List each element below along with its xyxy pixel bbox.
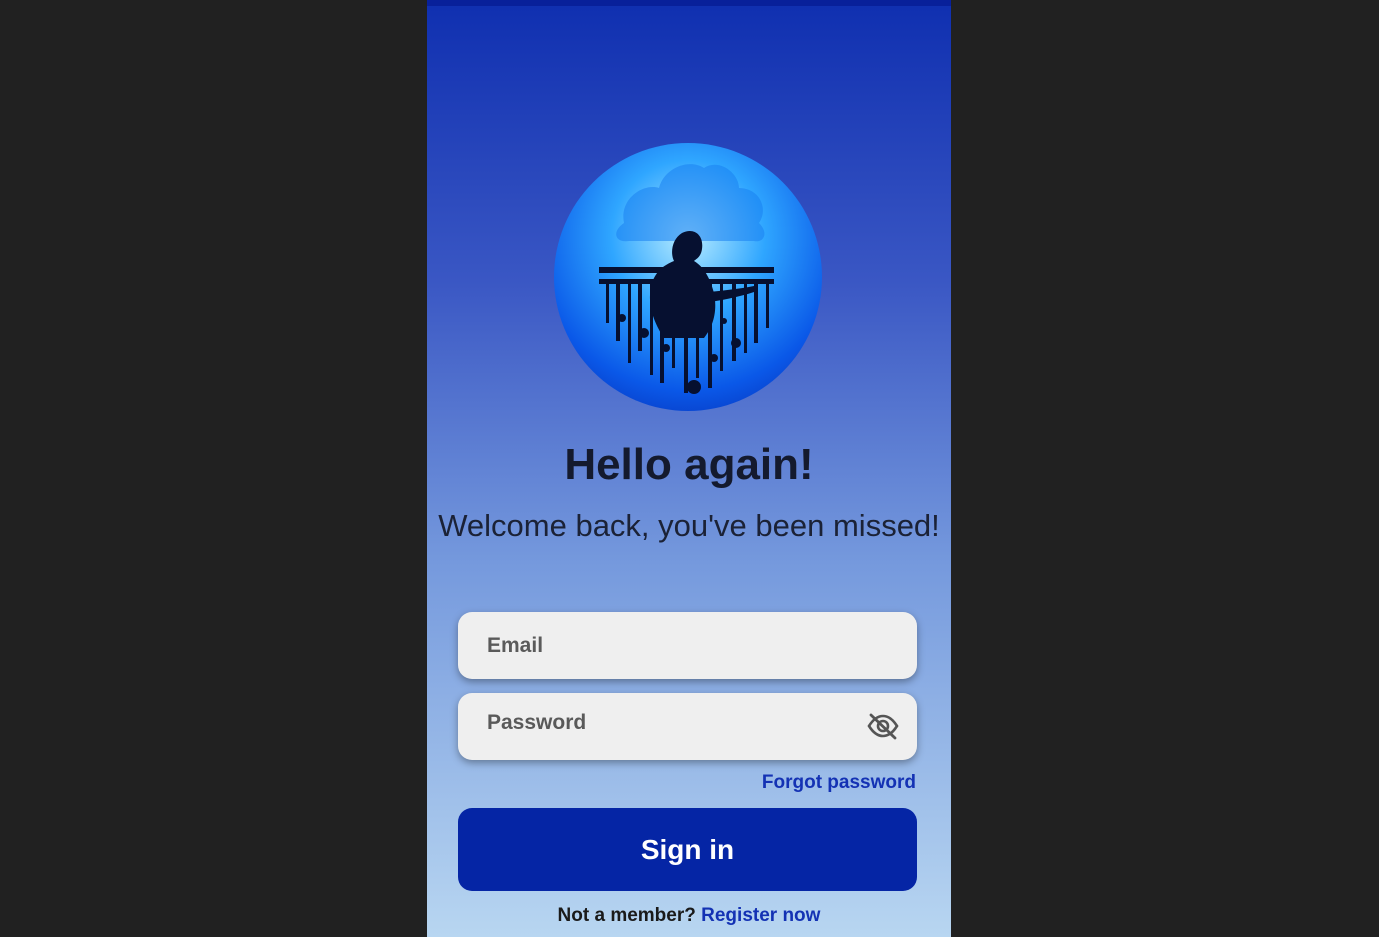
silhouette-logo-icon [599, 164, 774, 394]
page-subtitle: Welcome back, you've been missed! [438, 508, 940, 543]
email-placeholder: Email [487, 634, 544, 657]
register-link[interactable]: Register now [701, 905, 820, 926]
not-member-text: Not a member? [557, 905, 696, 926]
login-screen: Hello again! Welcome back, you've been m… [427, 0, 951, 937]
password-placeholder: Password [487, 711, 587, 734]
sign-in-button[interactable]: Sign in [458, 808, 917, 891]
page-title: Hello again! [564, 440, 814, 489]
forgot-password-link[interactable]: Forgot password [762, 772, 916, 794]
eye-off-icon[interactable] [867, 712, 899, 740]
register-prompt: Not a member? Register now [427, 905, 951, 927]
email-field[interactable]: Email [458, 612, 917, 679]
app-logo [554, 143, 822, 411]
password-field[interactable]: Password [458, 693, 917, 760]
status-bar [427, 0, 951, 6]
